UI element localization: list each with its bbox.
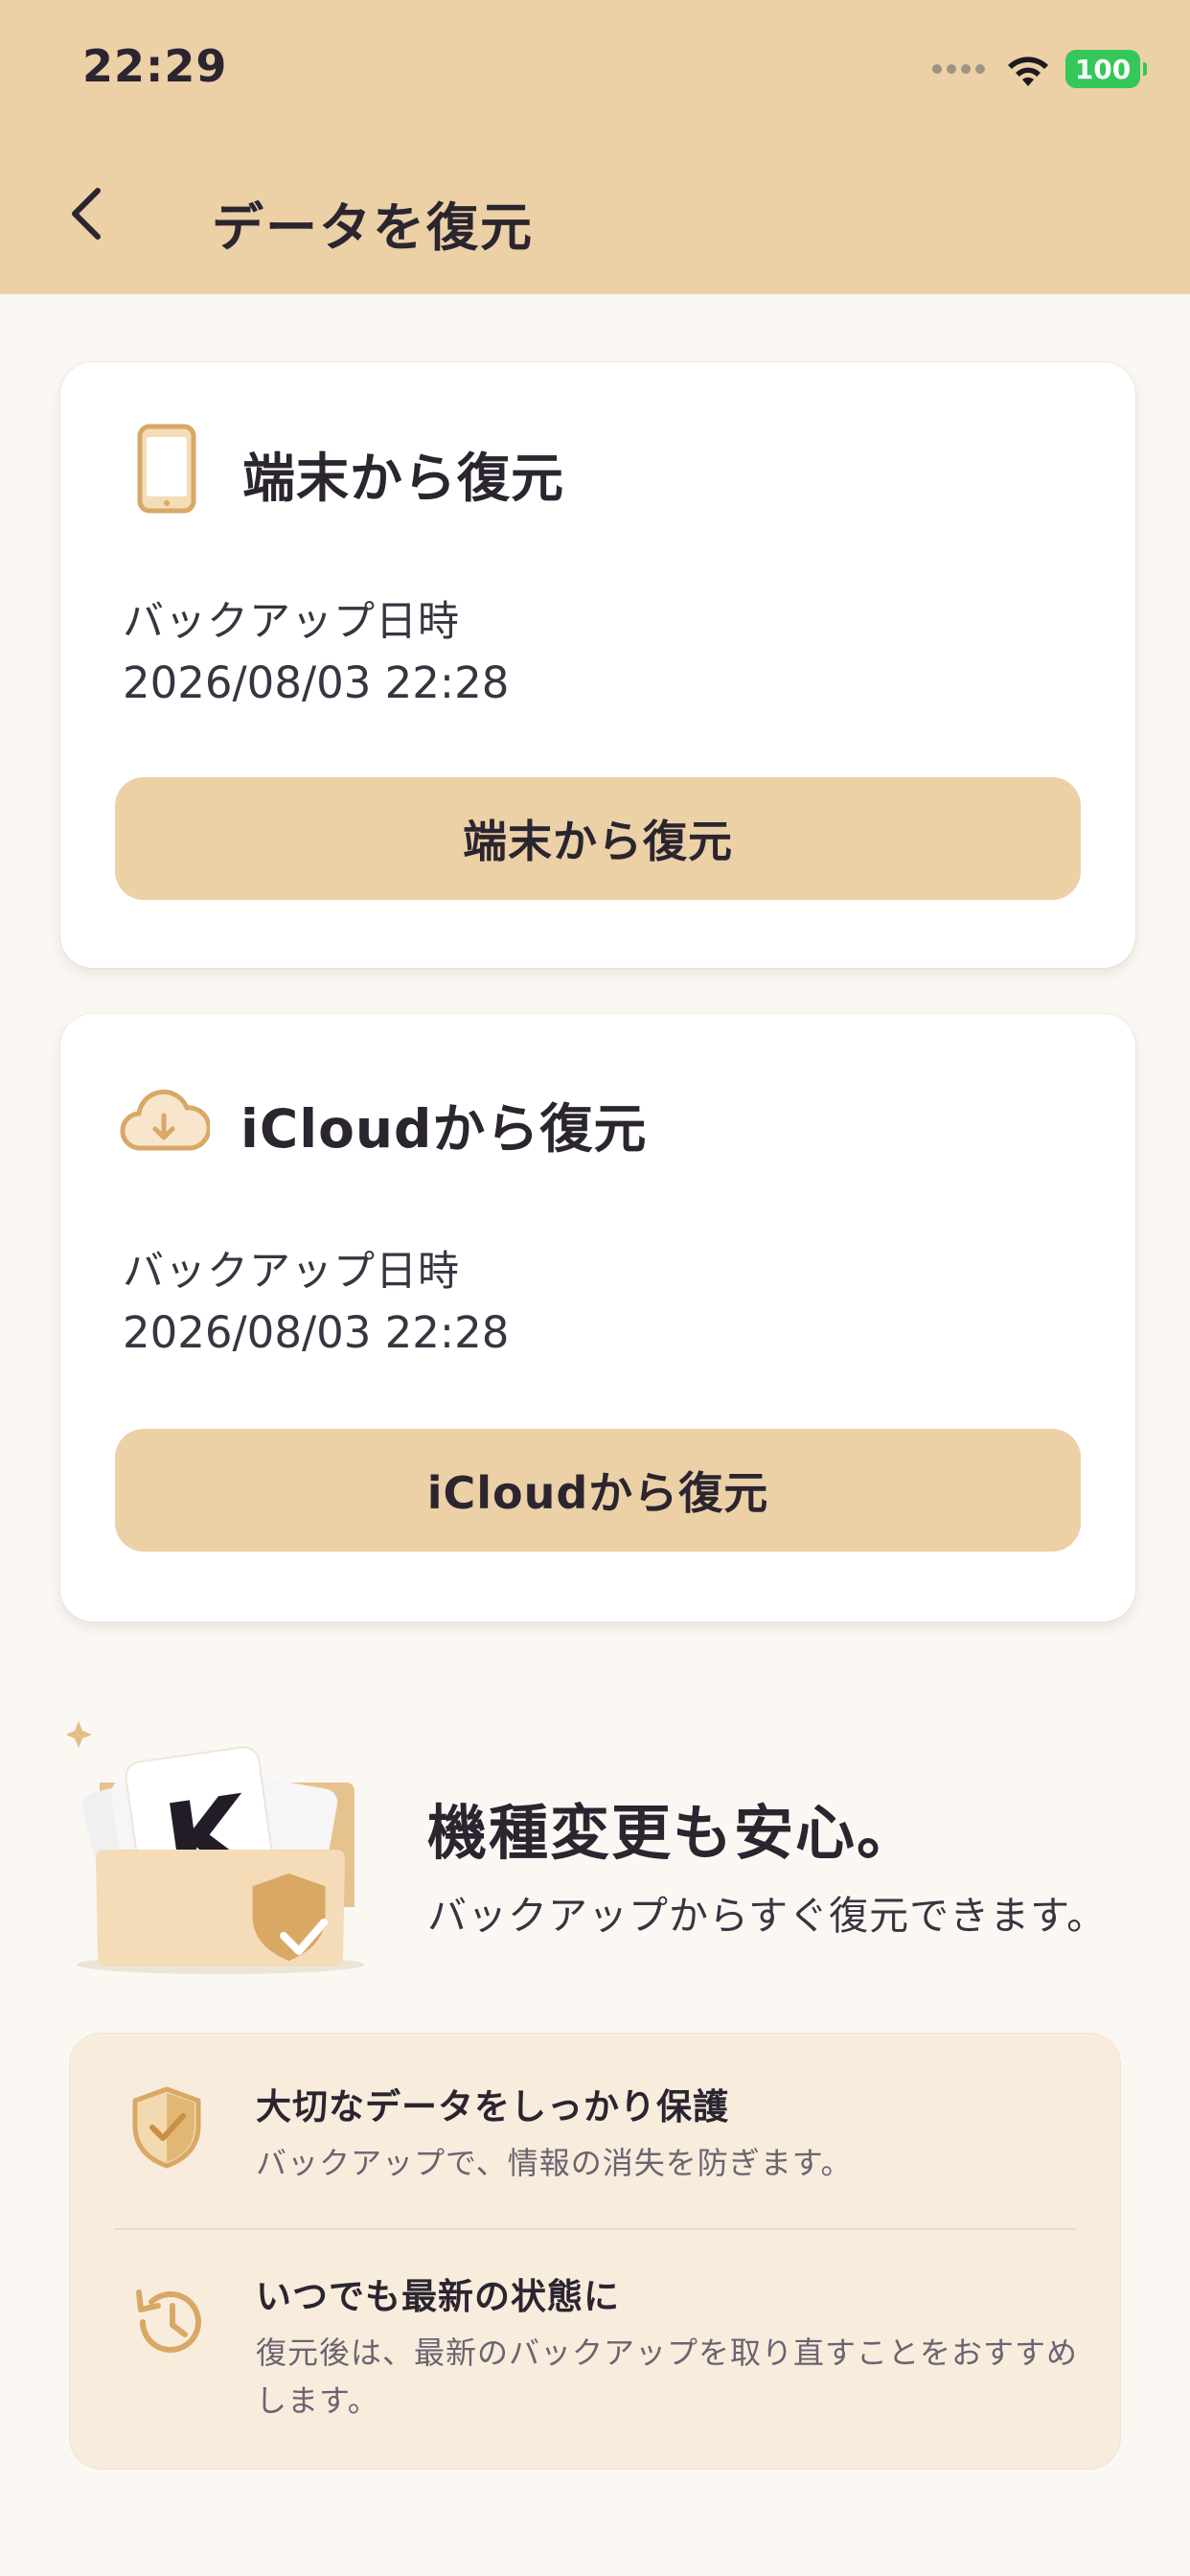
device-restore-title: 端末から復元 xyxy=(242,448,565,509)
icloud-restore-button[interactable]: iCloudから復元 xyxy=(115,1429,1081,1552)
backup-date-label: バックアップ日時 xyxy=(123,598,460,646)
status-indicators: 100 xyxy=(932,46,1147,92)
info-desc-latest: 復元後は、最新のバックアップを取り直すことをおすすめします。 xyxy=(256,2334,1079,2419)
chevron-left-icon xyxy=(72,188,101,240)
history-icon xyxy=(136,2289,201,2353)
smartphone-icon xyxy=(137,424,196,514)
status-time: 22:29 xyxy=(82,40,228,92)
icloud-restore-card: iCloudから復元 バックアップ日時 2026/08/03 22:28 iCl… xyxy=(60,1014,1135,1622)
battery-level: 100 xyxy=(1074,53,1132,85)
cellular-signal-icon xyxy=(932,64,985,74)
info-divider xyxy=(114,2228,1076,2230)
info-title-protect: 大切なデータをしっかり保護 xyxy=(256,2086,729,2128)
device-restore-card: 端末から復元 バックアップ日時 2026/08/03 22:28 端末から復元 xyxy=(60,362,1135,968)
folder-cards-illustration: K xyxy=(67,1721,364,1974)
device-restore-button[interactable]: 端末から復元 xyxy=(115,777,1081,900)
battery-icon: 100 xyxy=(1065,50,1147,88)
icloud-restore-title: iCloudから復元 xyxy=(240,1098,648,1160)
backup-date-label: バックアップ日時 xyxy=(123,1248,460,1296)
info-panel: 大切なデータをしっかり保護 バックアップで、情報の消失を防ぎます。 いつでも最新… xyxy=(69,2033,1121,2470)
promo-subtitle: バックアップからすぐ復元できます。 xyxy=(427,1893,1108,1939)
shield-check-icon xyxy=(132,2086,201,2169)
cloud-download-icon xyxy=(120,1089,210,1151)
page-title: データを復元 xyxy=(212,197,534,258)
backup-date-value: 2026/08/03 22:28 xyxy=(123,657,510,708)
back-button[interactable] xyxy=(57,180,115,247)
info-title-latest: いつでも最新の状態に xyxy=(256,2276,620,2317)
wifi-icon xyxy=(1008,57,1048,86)
info-desc-protect: バックアップで、情報の消失を防ぎます。 xyxy=(256,2145,853,2181)
promo-title: 機種変更も安心。 xyxy=(427,1798,919,1868)
backup-date-value: 2026/08/03 22:28 xyxy=(123,1307,510,1358)
header-bar: 22:29 100 データを復元 xyxy=(0,0,1190,294)
